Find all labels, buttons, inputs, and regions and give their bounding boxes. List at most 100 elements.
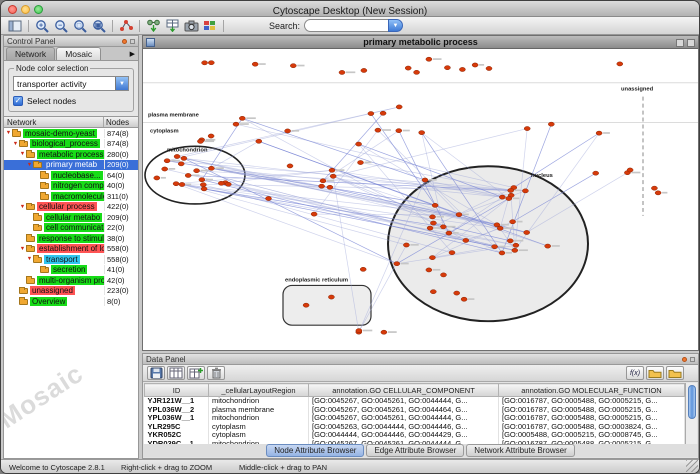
network-node[interactable] <box>380 111 386 115</box>
select-nodes-checkbox[interactable]: ✓ <box>13 96 23 106</box>
network-node[interactable] <box>285 129 291 133</box>
network-node[interactable] <box>422 178 428 182</box>
tree-row[interactable]: unassigned223(0) <box>4 286 138 297</box>
tree-row[interactable]: ▼transport558(0) <box>4 254 138 265</box>
network-node[interactable] <box>208 61 214 65</box>
network-node[interactable] <box>426 268 432 272</box>
network-node[interactable] <box>208 134 214 138</box>
network-node[interactable] <box>441 273 447 277</box>
network-node[interactable] <box>174 154 180 158</box>
tree-row[interactable]: response to stimul38(0) <box>4 233 138 244</box>
scrollbar-thumb[interactable] <box>688 385 696 419</box>
tree-row[interactable]: cell communicat22(0) <box>4 223 138 234</box>
network-node[interactable] <box>545 244 551 248</box>
network-node[interactable] <box>368 111 374 115</box>
close-frame-icon[interactable] <box>687 39 695 47</box>
zoom-window-button[interactable] <box>34 5 43 14</box>
network-node[interactable] <box>499 195 505 199</box>
column-header[interactable]: annotation.GO CELLULAR_COMPONENT <box>309 384 499 397</box>
network-node[interactable] <box>173 182 179 186</box>
table-row[interactable]: YKR052Ccytoplasm[GO:0044444, GO:0044446,… <box>145 431 685 440</box>
network-node[interactable] <box>472 63 478 67</box>
network-node[interactable] <box>508 188 514 192</box>
network-node[interactable] <box>405 66 411 70</box>
network-node[interactable] <box>426 57 432 61</box>
network-node[interactable] <box>463 238 469 242</box>
dock-panel-icon[interactable] <box>6 18 24 33</box>
tab-mosaic[interactable]: Mosaic <box>56 47 101 60</box>
network-node[interactable] <box>360 267 366 271</box>
network-node[interactable] <box>507 239 513 243</box>
network-node[interactable] <box>617 62 623 66</box>
attribute-table[interactable]: ID_cellularLayoutRegionannotation.GO CEL… <box>144 383 685 444</box>
network-node[interactable] <box>356 329 362 333</box>
zoom-in-icon[interactable]: + <box>33 18 51 33</box>
delete-column-icon[interactable] <box>207 366 225 380</box>
network-node[interactable] <box>510 220 516 224</box>
network-node[interactable] <box>440 225 446 229</box>
network-node[interactable] <box>396 129 402 133</box>
tab-node-attribute-browser[interactable]: Node Attribute Browser <box>266 444 364 457</box>
hide-panel-icon[interactable] <box>690 357 695 362</box>
table-row[interactable]: YPL036W__1mitochondrion[GO:0045267, GO:0… <box>145 414 685 423</box>
chevron-down-icon[interactable]: ▼ <box>115 77 128 90</box>
network-node[interactable] <box>311 212 317 216</box>
table-row[interactable]: YPL036W__2plasma membrane[GO:0045267, GO… <box>145 406 685 415</box>
network-node[interactable] <box>512 248 518 252</box>
network-node[interactable] <box>327 185 333 189</box>
select-columns-icon[interactable] <box>167 366 185 380</box>
network-node[interactable] <box>375 128 381 132</box>
tree-row[interactable]: ▼biological_process874(8) <box>4 139 138 150</box>
import-attributes-icon[interactable] <box>163 18 181 33</box>
column-header[interactable]: annotation.GO MOLECULAR_FUNCTION <box>499 384 685 397</box>
network-node[interactable] <box>164 159 170 163</box>
tab-network[interactable]: Network <box>6 47 55 60</box>
tab-network-attribute-browser[interactable]: Network Attribute Browser <box>466 444 574 457</box>
network-node[interactable] <box>548 122 554 126</box>
network-node[interactable] <box>197 139 203 143</box>
tree-header-nodes[interactable]: Nodes <box>104 117 138 127</box>
expander-icon[interactable]: ▼ <box>19 204 26 210</box>
network-node[interactable] <box>492 245 498 249</box>
float-panel-icon[interactable] <box>682 357 687 362</box>
network-node[interactable] <box>449 251 455 255</box>
import-network-icon[interactable] <box>144 18 162 33</box>
tree-row[interactable]: ▼establishment of lo558(0) <box>4 244 138 255</box>
network-node[interactable] <box>432 203 438 207</box>
network-node[interactable] <box>225 182 231 186</box>
title-bar[interactable]: Cytoscape Desktop (New Session) <box>1 1 699 17</box>
tree-row[interactable]: nitrogen compo40(0) <box>4 181 138 192</box>
network-frame-titlebar[interactable]: primary metabolic process <box>143 36 698 49</box>
network-node[interactable] <box>419 131 425 135</box>
network-node[interactable] <box>303 303 309 307</box>
network-node[interactable] <box>499 251 505 255</box>
network-node[interactable] <box>403 243 409 247</box>
network-node[interactable] <box>444 66 450 70</box>
network-node[interactable] <box>319 184 325 188</box>
column-header[interactable]: _cellularLayoutRegion <box>209 384 309 397</box>
network-node[interactable] <box>430 215 436 219</box>
network-node[interactable] <box>513 243 519 247</box>
node-color-dropdown[interactable]: transporter activity ▼ <box>13 76 129 91</box>
snapshot-icon[interactable] <box>182 18 200 33</box>
network-node[interactable] <box>430 221 436 225</box>
network-node[interactable] <box>256 139 262 143</box>
expander-icon[interactable]: ▼ <box>26 256 33 262</box>
network-canvas[interactable]: plasma membranecytoplasmmitochondrionnuc… <box>143 49 698 350</box>
first-neighbors-icon[interactable] <box>117 18 135 33</box>
network-node[interactable] <box>429 256 435 260</box>
network-node[interactable] <box>506 196 512 200</box>
tree-row[interactable]: nucleobase...64(0) <box>4 170 138 181</box>
network-node[interactable] <box>655 191 661 195</box>
resize-grip[interactable] <box>686 460 698 472</box>
column-header[interactable]: ID <box>145 384 209 397</box>
network-node[interactable] <box>339 70 345 74</box>
network-node[interactable] <box>358 160 364 164</box>
expander-icon[interactable]: ▼ <box>5 130 12 136</box>
network-node[interactable] <box>396 105 402 109</box>
network-node[interactable] <box>200 183 206 187</box>
network-node[interactable] <box>454 291 460 295</box>
network-node[interactable] <box>179 182 185 186</box>
table-scrollbar[interactable] <box>685 383 697 444</box>
network-node[interactable] <box>252 62 258 66</box>
